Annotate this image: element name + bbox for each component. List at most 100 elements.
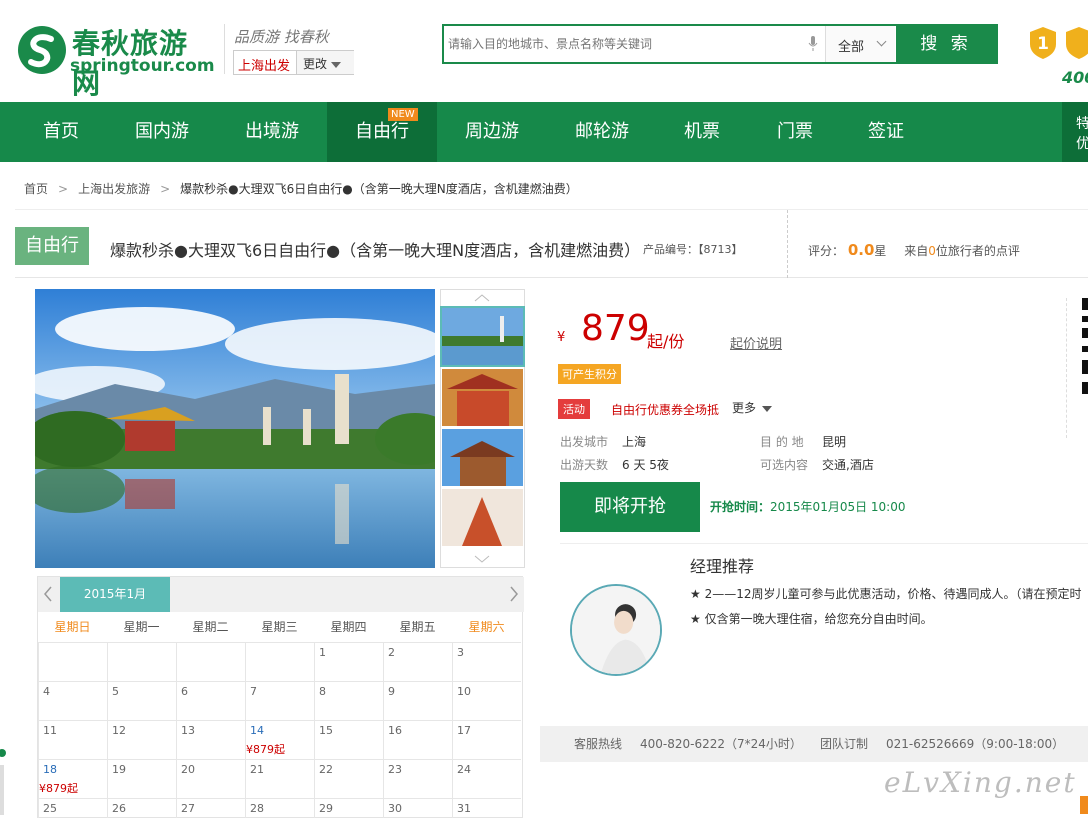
calendar-day-number: 18 <box>43 763 57 776</box>
calendar-day-number: 17 <box>457 724 471 737</box>
promo-more-dropdown[interactable]: 更多 <box>732 399 773 416</box>
destination-label: 目 的 地 <box>760 435 804 449</box>
calendar-day-number: 19 <box>112 763 126 776</box>
depart-city-label: 出发城市 <box>560 435 609 449</box>
thumbnail-1[interactable] <box>440 306 525 367</box>
calendar-day: 9 <box>383 681 452 720</box>
nav-domestic[interactable]: 国内游 <box>122 102 202 162</box>
calendar-day: 7 <box>245 681 314 720</box>
chevron-up-icon[interactable] <box>441 290 524 306</box>
caret-down-icon <box>762 405 773 412</box>
breadcrumb-shanghai[interactable]: 上海出发旅游 <box>78 180 150 197</box>
thumbnail-3[interactable] <box>442 429 523 486</box>
header-divider <box>224 24 225 74</box>
calendar-prev-icon[interactable] <box>38 577 58 612</box>
side-float-button[interactable] <box>1080 796 1088 814</box>
calendar-day: 26 <box>107 798 176 818</box>
calendar-weekday: 星期二 <box>192 620 229 634</box>
options-label: 可选内容 <box>760 458 809 472</box>
thumbnail-4[interactable] <box>442 489 523 546</box>
hotline-number: 400-820-6222（7*24小时） <box>640 737 802 751</box>
calendar-day: 11 <box>38 720 107 759</box>
calendar-day-number: 8 <box>319 685 326 698</box>
departure-city-selector[interactable]: 上海出发 更改 <box>233 50 354 75</box>
manager-point-1: ★ 2——12周岁儿童可参与此优惠活动，价格、待遇同成人。（请在预定时 <box>690 587 1082 601</box>
price-explanation-link[interactable]: 起价说明 <box>730 333 782 352</box>
calendar-weekday: 星期三 <box>261 620 298 634</box>
chevron-right-icon: > <box>58 182 69 196</box>
nav-free-travel[interactable]: 自由行 <box>327 102 437 162</box>
group-number: 021-62526669（9:00-18:00） <box>885 737 1065 751</box>
site-logo[interactable]: 春秋旅游网 springtour.com <box>16 22 216 100</box>
calendar-day: 13 <box>176 720 245 759</box>
calendar-day-number: 13 <box>181 724 195 737</box>
service-bar: 客服热线 400-820-6222（7*24小时） 团队订制 021-62526669… <box>540 726 1088 762</box>
buy-button[interactable]: 即将开抢 <box>560 482 700 532</box>
new-badge: NEW <box>388 108 418 121</box>
calendar-day-number: 31 <box>457 802 471 815</box>
search-button[interactable]: 搜 索 <box>896 26 996 62</box>
nav-special-offers[interactable]: 特 优 <box>1062 102 1088 162</box>
calendar-day <box>107 642 176 681</box>
calendar-day-number: 6 <box>181 685 188 698</box>
calendar-day: 5 <box>107 681 176 720</box>
watermark: eLvXing.net <box>884 766 1077 799</box>
calendar-day-available[interactable]: 18 ¥879起 <box>38 759 107 798</box>
product-type-tag: 自由行 <box>15 227 89 265</box>
nav-nearby[interactable]: 周边游 <box>452 102 532 162</box>
calendar-day <box>176 642 245 681</box>
group-label: 团队订制 <box>819 737 868 751</box>
calendar-day-number: 5 <box>112 685 119 698</box>
calendar-day-number: 15 <box>319 724 333 737</box>
chevron-down-icon[interactable] <box>441 551 524 567</box>
calendar-day: 29 <box>314 798 383 818</box>
calendar-day-number: 10 <box>457 685 471 698</box>
calendar-next-icon[interactable] <box>504 577 524 612</box>
calendar-day: 2 <box>383 642 452 681</box>
title-divider <box>787 210 788 278</box>
search-bar: 全部 搜 索 <box>442 24 998 64</box>
depart-city-value: 上海 <box>622 435 647 449</box>
calendar-weekday: 星期六 <box>468 620 505 634</box>
nav-outbound[interactable]: 出境游 <box>232 102 312 162</box>
change-city-button[interactable]: 更改 <box>296 51 354 74</box>
calendar-month-tab[interactable]: 2015年1月 <box>60 577 170 612</box>
calendar-day: 21 <box>245 759 314 798</box>
microphone-icon[interactable] <box>808 36 818 52</box>
calendar-day-number: 22 <box>319 763 333 776</box>
price-value: 879 <box>581 308 650 349</box>
svg-text:1: 1 <box>1037 34 1049 54</box>
calendar-day-number: 20 <box>181 763 195 776</box>
calendar-day-price: ¥879起 <box>246 743 285 756</box>
calendar-weekday: 星期五 <box>399 620 436 634</box>
side-float-tab[interactable] <box>0 745 6 818</box>
breadcrumb: 首页 > 上海出发旅游 > 爆款秒杀●大理双飞6日自由行●（含第一晚大理N度酒店，含机建… <box>24 180 578 197</box>
nav-home[interactable]: 首页 <box>26 102 96 162</box>
calendar-day-number: 11 <box>43 724 57 737</box>
calendar-day: 30 <box>383 798 452 818</box>
right-divider <box>1066 298 1067 438</box>
nav-flights[interactable]: 机票 <box>672 102 732 162</box>
calendar-day <box>38 642 107 681</box>
manager-point-2: ★ 仅含第一晚大理住宿，给您充分自由时间。 <box>690 612 933 626</box>
breadcrumb-home[interactable]: 首页 <box>24 180 48 197</box>
promo-text[interactable]: 自由行优惠券全场抵 <box>611 401 719 418</box>
calendar-day <box>245 642 314 681</box>
calendar-day: 17 <box>452 720 521 759</box>
promo-badge: 活动 <box>558 399 590 419</box>
main-product-image[interactable] <box>35 289 435 568</box>
calendar-day-available[interactable]: 14 ¥879起 <box>245 720 314 759</box>
calendar-day-number: 30 <box>388 802 402 815</box>
calendar-day: 24 <box>452 759 521 798</box>
nav-cruise[interactable]: 邮轮游 <box>562 102 642 162</box>
search-input[interactable] <box>444 26 824 62</box>
nav-tickets[interactable]: 门票 <box>764 102 826 162</box>
search-category-select[interactable]: 全部 <box>825 26 895 62</box>
calendar-day: 16 <box>383 720 452 759</box>
calendar-day: 23 <box>383 759 452 798</box>
calendar-day-number: 29 <box>319 802 333 815</box>
nav-visa[interactable]: 签证 <box>856 102 916 162</box>
review-count: 0 <box>928 244 936 258</box>
qr-code-icon[interactable] <box>1082 298 1088 398</box>
thumbnail-2[interactable] <box>442 369 523 426</box>
